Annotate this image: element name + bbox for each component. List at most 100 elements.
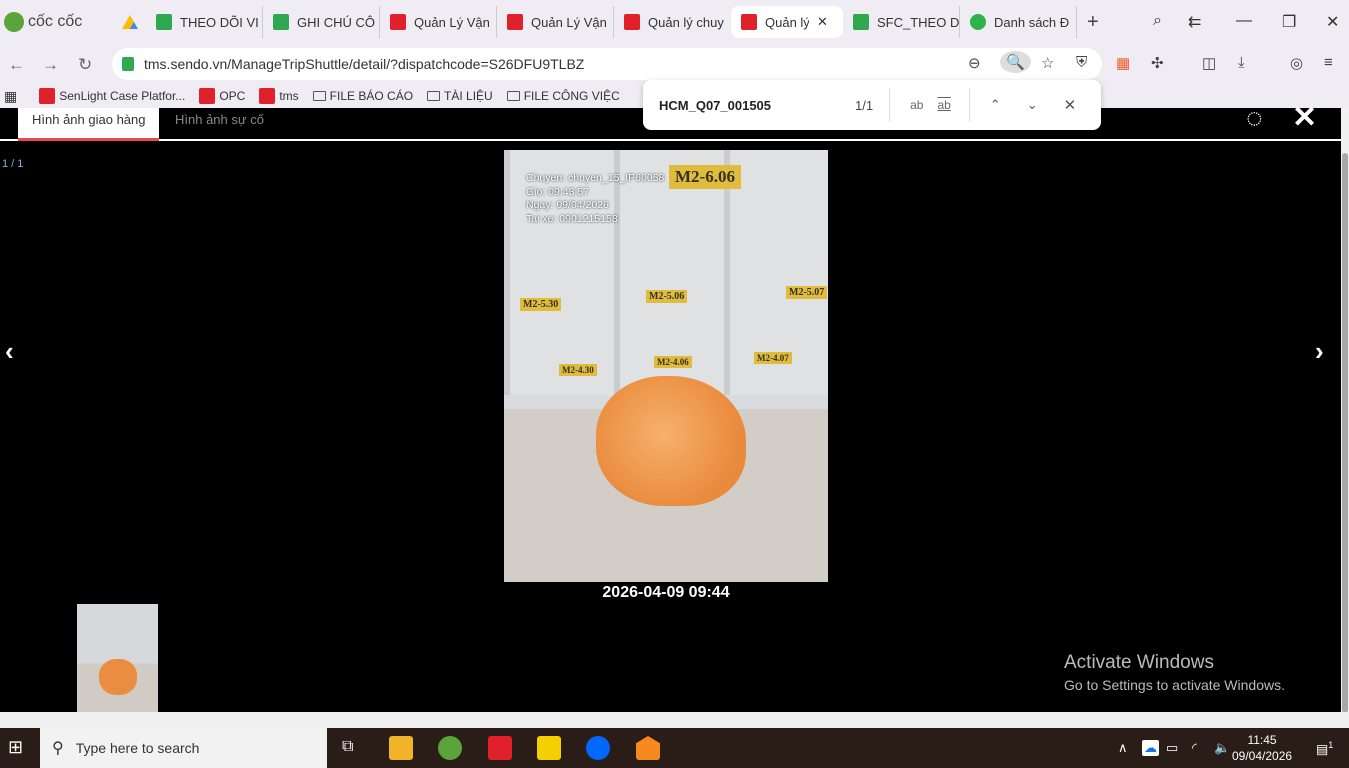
overlay-line: Tai xe: 0901215158 — [526, 212, 618, 225]
restore-icon[interactable]: ❐ — [1282, 12, 1296, 32]
back-icon[interactable]: ← — [8, 55, 25, 75]
find-prev-icon[interactable]: ⌃ — [990, 97, 1001, 113]
sheets-icon — [273, 14, 289, 30]
app-icon[interactable] — [636, 736, 660, 760]
match-case-button[interactable]: ab — [910, 98, 923, 112]
windows-start-icon[interactable]: ⊞ — [8, 737, 23, 758]
sendo-icon — [624, 14, 640, 30]
bookmark-tms[interactable]: tms — [259, 88, 299, 104]
back-history-icon[interactable]: ⇇ — [1188, 12, 1201, 32]
image-counter: 1 / 1 — [2, 158, 24, 170]
sheets-icon — [156, 14, 172, 30]
watermark-title: Activate Windows — [1064, 652, 1214, 673]
whole-word-button[interactable]: ab — [937, 98, 950, 112]
bookmark-opc[interactable]: OPC — [199, 88, 245, 104]
folder-icon — [506, 91, 520, 101]
wps-icon[interactable] — [488, 736, 512, 760]
find-next-icon[interactable]: ⌄ — [1027, 97, 1038, 113]
coccoc-logo-icon — [4, 12, 24, 32]
address-bar-row: ← → ↻ tms.sendo.vn/ManageTripShuttle/det… — [0, 44, 1349, 84]
sendo-icon — [507, 14, 523, 30]
profile-icon[interactable]: ◎ — [1290, 54, 1303, 72]
prev-image-icon[interactable]: ‹ — [5, 336, 14, 367]
scrollbar-thumb[interactable] — [1342, 153, 1348, 713]
close-window-icon[interactable]: ✕ — [1326, 12, 1339, 32]
locker-label: M2-5.07 — [786, 286, 828, 299]
extensions-icon[interactable]: ✣ — [1151, 54, 1164, 72]
sticky-notes-icon[interactable] — [537, 736, 561, 760]
bookmark-tai-lieu[interactable]: TÀI LIỆU — [427, 89, 493, 103]
find-in-page-icon[interactable]: 🔍 — [1000, 51, 1031, 73]
tab-search-icon[interactable]: ⌕ — [1153, 12, 1162, 30]
divider — [968, 88, 970, 122]
locker-label: M2-4.07 — [754, 352, 792, 364]
zoom-out-icon[interactable]: ⊖ — [968, 54, 981, 72]
tab-quan-ly-van-1[interactable]: Quản Lý Vận — [380, 6, 497, 38]
tab-quan-ly-chuyen[interactable]: Quản lý chuy — [614, 6, 731, 38]
bookmark-star-icon[interactable]: ☆ — [1041, 54, 1054, 72]
task-view-icon[interactable]: ⧉ — [342, 738, 353, 756]
battery-icon[interactable]: ▭ — [1166, 740, 1178, 756]
cloud-icon[interactable]: ☁ — [1142, 740, 1159, 756]
coccoc-taskbar-icon[interactable] — [438, 736, 462, 760]
shield-icon[interactable]: ⛨ — [1076, 54, 1087, 71]
overlay-line: Gio: 09:43:57 — [526, 185, 590, 198]
tab-delivery-images[interactable]: Hình ảnh giao hàng — [18, 108, 160, 141]
extension-app-icon[interactable]: ▦ — [1116, 54, 1130, 72]
thumbnail-package — [99, 659, 137, 695]
download-icon[interactable]: ⤓ — [1238, 54, 1245, 71]
url-input[interactable]: tms.sendo.vn/ManageTripShuttle/detail/?d… — [112, 48, 1102, 80]
locker-label: M2-5.06 — [646, 290, 688, 303]
tab-incident-images[interactable]: Hình ảnh sự cố — [161, 108, 278, 141]
wifi-icon[interactable]: ◜ — [1192, 740, 1197, 756]
locker-label: M2-4.06 — [654, 356, 692, 368]
bookmark-file-cong-viec[interactable]: FILE CÔNG VIỆC — [506, 89, 620, 103]
zalo-icon[interactable] — [586, 736, 610, 760]
locker-label: M2-5.30 — [520, 298, 562, 311]
sheets-icon — [853, 14, 869, 30]
tab-theo-doi[interactable]: THEO DÕI VI — [146, 6, 263, 38]
notification-count: 1 — [1328, 740, 1334, 750]
tab-danh-sach[interactable]: Danh sách Đ — [960, 6, 1077, 38]
sendo-icon — [741, 14, 757, 30]
delivery-photo[interactable]: M2-6.06 M2-5.30 M2-5.06 M2-5.07 M2-4.30 … — [504, 150, 828, 582]
find-bar: HCM_Q07_001505 1/1 ab ab ⌃ ⌄ ✕ — [643, 80, 1101, 130]
search-icon: ⚲ — [52, 740, 64, 757]
volume-icon[interactable]: 🔈 — [1214, 740, 1230, 756]
tab-ghi-chu[interactable]: GHI CHÚ CÔ — [263, 6, 380, 38]
tab-quan-ly-van-2[interactable]: Quản Lý Vận — [497, 6, 614, 38]
taskbar-search[interactable]: ⚲ Type here to search — [40, 728, 327, 768]
scrollbar[interactable] — [1341, 108, 1349, 713]
activate-windows-watermark: Activate Windows Go to Settings to activ… — [1064, 652, 1285, 693]
sendo-icon — [199, 88, 216, 104]
reload-icon[interactable]: ↻ — [78, 55, 92, 75]
minimize-icon[interactable]: — — [1236, 12, 1252, 30]
bookmark-senlight[interactable]: SenLight Case Platfor... — [39, 88, 185, 104]
google-drive-tab-icon[interactable] — [122, 15, 138, 29]
show-hidden-icons[interactable]: ∧ — [1118, 740, 1128, 756]
new-tab-icon[interactable]: + — [1087, 11, 1099, 34]
split-view-icon[interactable]: ◫ — [1202, 54, 1216, 72]
photo-timestamp: 2026-04-09 09:44 — [602, 584, 730, 601]
next-image-icon[interactable]: › — [1315, 336, 1324, 367]
notifications-icon[interactable]: ▤1 — [1316, 740, 1333, 757]
tab-quan-ly-active[interactable]: Quản lý ✕ — [731, 6, 843, 38]
file-explorer-icon[interactable] — [389, 736, 413, 760]
forward-icon[interactable]: → — [42, 55, 59, 75]
photo-thumbnail[interactable] — [77, 604, 158, 712]
menu-icon[interactable]: ≡ — [1324, 54, 1333, 71]
overlay-line: Chuyen: chuyen_15_IP60058 — [526, 172, 665, 184]
time: 11:45 — [1247, 733, 1277, 747]
rotate-icon[interactable]: ◌ — [1246, 102, 1263, 134]
bookmark-file-bao-cao[interactable]: FILE BÁO CÁO — [312, 89, 413, 103]
close-tab-icon[interactable]: ✕ — [817, 14, 828, 30]
find-input[interactable]: HCM_Q07_001505 — [659, 98, 849, 113]
tab-sfc-theo[interactable]: SFC_THEO D — [843, 6, 960, 38]
close-viewer-icon[interactable]: ✕ — [1292, 100, 1317, 135]
find-close-icon[interactable]: ✕ — [1064, 96, 1077, 114]
lock-icon — [122, 57, 134, 71]
browser-logo[interactable]: cốc cốc — [4, 12, 114, 32]
apps-grid-icon[interactable]: ▦ — [4, 88, 17, 105]
clock[interactable]: 11:45 09/04/2026 — [1232, 732, 1292, 764]
folder-icon — [427, 91, 441, 101]
